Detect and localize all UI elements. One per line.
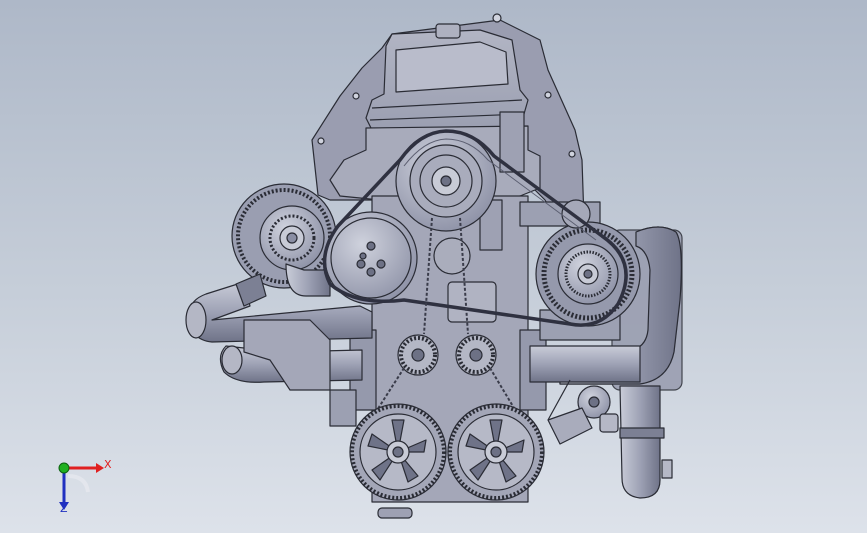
cam-gear-right-hub <box>469 348 483 362</box>
y-axis-dot <box>58 462 70 474</box>
cam-gear-left-hub <box>411 348 425 362</box>
axis-triad: X Z <box>48 452 118 516</box>
bolt-hole <box>352 92 360 100</box>
z-axis-label: Z <box>60 502 68 515</box>
idler-pulley-small-hub <box>588 396 600 408</box>
bolt-hole <box>544 91 552 99</box>
pulley-bolt <box>359 252 367 260</box>
crank-gear-right-bolt <box>490 446 502 458</box>
engine-model[interactable] <box>0 0 867 533</box>
pulley-bolt <box>356 259 366 269</box>
bracket-left <box>329 389 357 427</box>
pulley-bolt <box>376 259 386 269</box>
right-lower-pipe <box>619 385 661 499</box>
valve-cover-top-panel <box>395 41 509 93</box>
crank-gear-left-bolt <box>392 446 404 458</box>
pipe-end <box>221 345 243 375</box>
pulley-bolt <box>366 267 376 277</box>
bolt-hole <box>492 13 502 23</box>
timing-cover-window <box>447 281 497 323</box>
oil-filler-cap <box>435 23 461 39</box>
oil-drain-cap <box>377 507 413 519</box>
pipe-end <box>185 301 207 339</box>
hose-clamp <box>619 427 665 439</box>
alternator-hub-bolt <box>583 269 593 279</box>
x-axis-label: X <box>104 458 112 471</box>
bolt-hole <box>568 150 576 158</box>
triad-shadow <box>67 474 90 493</box>
sensor-plug <box>661 459 673 479</box>
timing-cover-port <box>433 237 471 275</box>
right-horizontal-pipe <box>529 345 641 383</box>
bolt-hole <box>317 137 325 145</box>
sensor-connector <box>599 413 619 433</box>
pulley-bolt <box>366 241 376 251</box>
x-axis-arrow <box>96 463 104 473</box>
cad-viewport[interactable]: X Z <box>0 0 867 533</box>
turbo-hub-center <box>286 232 298 244</box>
upper-pulley-bolt <box>440 175 452 187</box>
